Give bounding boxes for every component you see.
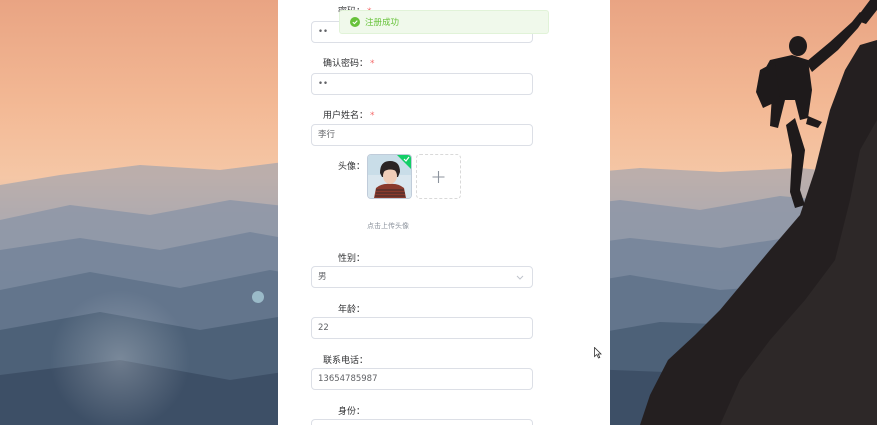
identity-label: 身份： [338, 404, 365, 417]
identity-select[interactable] [311, 419, 533, 425]
phone-value: 13654785987 [318, 374, 378, 384]
success-toast: 注册成功 [339, 10, 549, 34]
plus-icon [432, 171, 445, 183]
uploaded-check-badge [397, 155, 411, 169]
avatar-label-text: 头像： [338, 162, 366, 172]
age-label-text: 年龄： [338, 305, 366, 315]
user-name-label: 用户姓名： * [323, 108, 375, 121]
identity-label-text: 身份： [338, 407, 366, 417]
gender-select[interactable]: 男 [311, 266, 533, 288]
avatar-label: 头像： [338, 159, 365, 172]
check-circle-icon [350, 17, 360, 27]
gender-value: 男 [318, 272, 327, 282]
page: 密码：* •• 确认密码：* •• 用户姓名：* 李行 头像： [0, 0, 877, 425]
confirm-password-label-text: 确认密码： [323, 59, 369, 69]
confirm-password-input[interactable]: •• [311, 73, 533, 95]
avatar-upload-button[interactable] [416, 154, 461, 199]
phone-label-text: 联系电话： [323, 356, 369, 366]
gender-label-text: 性别： [338, 254, 366, 264]
required-mark: * [370, 111, 375, 121]
password-value: •• [318, 27, 329, 37]
confirm-password-value: •• [318, 79, 329, 89]
phone-input[interactable]: 13654785987 [311, 368, 533, 390]
user-name-value: 李行 [318, 130, 336, 140]
phone-label: 联系电话： [323, 353, 368, 366]
toast-message: 注册成功 [365, 18, 400, 28]
age-input[interactable]: 22 [311, 317, 533, 339]
age-label: 年龄： [338, 302, 365, 315]
gender-label: 性别： [338, 251, 365, 264]
required-mark: * [370, 59, 375, 69]
chevron-down-icon [516, 275, 524, 280]
user-name-label-text: 用户姓名： [323, 111, 369, 121]
confirm-password-label: 确认密码： * [323, 56, 375, 69]
mouse-cursor-icon [594, 347, 602, 359]
age-value: 22 [318, 323, 329, 333]
user-name-input[interactable]: 李行 [311, 124, 533, 146]
avatar-upload-hint: 点击上传头像 [367, 222, 409, 230]
avatar-thumbnail[interactable] [367, 154, 412, 199]
register-form-panel: 密码：* •• 确认密码：* •• 用户姓名：* 李行 头像： [278, 0, 610, 425]
